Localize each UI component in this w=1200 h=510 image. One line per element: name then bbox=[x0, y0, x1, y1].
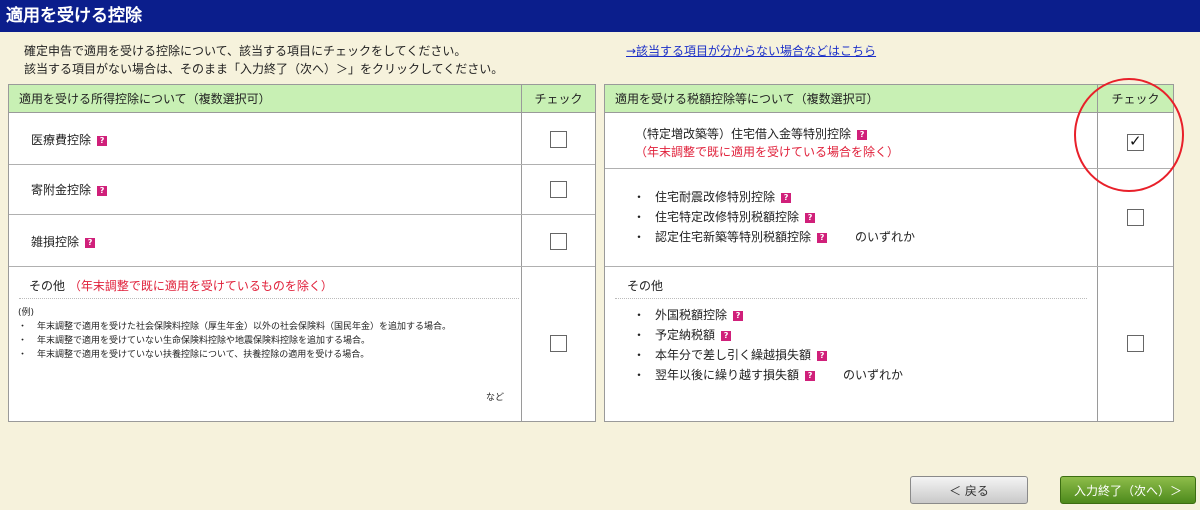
medical-deduction-label: 医療費控除? bbox=[31, 131, 108, 148]
example-item: 年末調整で適用を受けた社会保険料控除（厚生年金）以外の社会保険料（国民年金）を追… bbox=[18, 320, 498, 334]
list-item: 認定住宅新築等特別税額控除?のいずれか bbox=[633, 227, 915, 247]
list-item: 予定納税額? bbox=[633, 325, 903, 345]
examples-block: (例) 年末調整で適用を受けた社会保険料控除（厚生年金）以外の社会保険料（国民年… bbox=[18, 306, 498, 362]
divider bbox=[615, 298, 1087, 299]
tax-credit-check-header: チェック bbox=[1097, 85, 1173, 113]
example-item: 年末調整で適用を受けていない生命保険料控除や地震保険料控除を追加する場合。 bbox=[18, 334, 498, 348]
examples-title: (例) bbox=[18, 308, 35, 318]
tax-credit-header: 適用を受ける税額控除等について（複数選択可） bbox=[605, 85, 1097, 113]
other-tax-credit-list: 外国税額控除? 予定納税額? 本年分で差し引く繰越損失額? 翌年以後に繰り越す損… bbox=[633, 305, 903, 385]
divider bbox=[19, 298, 519, 299]
help-icon[interactable]: ? bbox=[781, 192, 792, 203]
housing-loan-credit-note: （年末調整で既に適用を受けている場合を除く） bbox=[635, 145, 900, 159]
other-income-deduction-label: その他 （年末調整で既に適用を受けているものを除く） bbox=[29, 279, 333, 293]
list-item: 外国税額控除? bbox=[633, 305, 903, 325]
help-icon[interactable]: ? bbox=[805, 212, 816, 223]
other-tax-credit-label: その他 bbox=[627, 279, 664, 293]
intro-line-2: 該当する項目がない場合は、そのまま「入力終了（次へ）＞」をクリックしてください。 bbox=[24, 62, 504, 76]
help-icon[interactable]: ? bbox=[97, 185, 108, 196]
list-item: 翌年以後に繰り越す損失額?のいずれか bbox=[633, 365, 903, 385]
help-icon[interactable]: ? bbox=[817, 232, 828, 243]
tax-credit-panel: 適用を受ける税額控除等について（複数選択可） チェック （特定増改築等）住宅借入… bbox=[604, 84, 1174, 422]
renovation-suffix: のいずれか bbox=[855, 230, 916, 244]
row-other-tax-credit: その他 外国税額控除? 予定納税額? 本年分で差し引く繰越損失額? 翌年以後に繰… bbox=[605, 267, 1173, 421]
help-icon[interactable]: ? bbox=[817, 350, 828, 361]
help-icon[interactable]: ? bbox=[857, 129, 868, 140]
donation-deduction-checkbox[interactable] bbox=[550, 181, 567, 198]
help-icon[interactable]: ? bbox=[733, 310, 744, 321]
help-icon[interactable]: ? bbox=[721, 330, 732, 341]
window-title: 適用を受ける控除 bbox=[0, 0, 1200, 32]
next-button[interactable]: 入力終了（次へ）＞ bbox=[1060, 476, 1196, 504]
medical-deduction-checkbox[interactable] bbox=[550, 131, 567, 148]
intro-text: 確定申告で適用を受ける控除について、該当する項目にチェックをしてください。 該当… bbox=[24, 42, 503, 78]
intro-line-1: 確定申告で適用を受ける控除について、該当する項目にチェックをしてください。 bbox=[24, 44, 467, 58]
help-link[interactable]: →該当する項目が分からない場合などはこちら bbox=[626, 42, 876, 60]
casualty-deduction-label: 雑損控除? bbox=[31, 233, 96, 250]
other-income-deduction-note: （年末調整で既に適用を受けているものを除く） bbox=[68, 279, 333, 293]
row-medical-deduction: 医療費控除? bbox=[9, 113, 595, 165]
income-deduction-header: 適用を受ける所得控除について（複数選択可） bbox=[9, 85, 521, 113]
income-deduction-panel: 適用を受ける所得控除について（複数選択可） チェック 医療費控除? 寄附金控除?… bbox=[8, 84, 596, 422]
help-icon[interactable]: ? bbox=[805, 370, 816, 381]
housing-loan-credit-checkbox[interactable] bbox=[1127, 132, 1144, 151]
donation-deduction-label: 寄附金控除? bbox=[31, 181, 108, 198]
list-item: 住宅特定改修特別税額控除? bbox=[633, 207, 915, 227]
examples-etc: など bbox=[486, 393, 505, 403]
list-item: 本年分で差し引く繰越損失額? bbox=[633, 345, 903, 365]
renovation-credit-checkbox[interactable] bbox=[1127, 209, 1144, 226]
row-renovation-credit: 住宅耐震改修特別控除? 住宅特定改修特別税額控除? 認定住宅新築等特別税額控除?… bbox=[605, 169, 1173, 267]
row-housing-loan-credit: （特定増改築等）住宅借入金等特別控除? （年末調整で既に適用を受けている場合を除… bbox=[605, 113, 1173, 169]
row-casualty-deduction: 雑損控除? bbox=[9, 215, 595, 267]
example-item: 年末調整で適用を受けていない扶養控除について、扶養控除の適用を受ける場合。 bbox=[18, 348, 498, 362]
row-donation-deduction: 寄附金控除? bbox=[9, 165, 595, 215]
other-tax-credit-suffix: のいずれか bbox=[843, 368, 904, 382]
back-button[interactable]: ＜ 戻る bbox=[910, 476, 1028, 504]
help-icon[interactable]: ? bbox=[85, 237, 96, 248]
help-icon[interactable]: ? bbox=[97, 135, 108, 146]
other-income-deduction-checkbox[interactable] bbox=[550, 335, 567, 352]
other-tax-credit-checkbox[interactable] bbox=[1127, 335, 1144, 352]
casualty-deduction-checkbox[interactable] bbox=[550, 233, 567, 250]
list-item: 住宅耐震改修特別控除? bbox=[633, 187, 915, 207]
housing-loan-credit-label: （特定増改築等）住宅借入金等特別控除? bbox=[635, 125, 868, 142]
income-deduction-check-header: チェック bbox=[521, 85, 595, 113]
renovation-credit-list: 住宅耐震改修特別控除? 住宅特定改修特別税額控除? 認定住宅新築等特別税額控除?… bbox=[633, 187, 915, 247]
